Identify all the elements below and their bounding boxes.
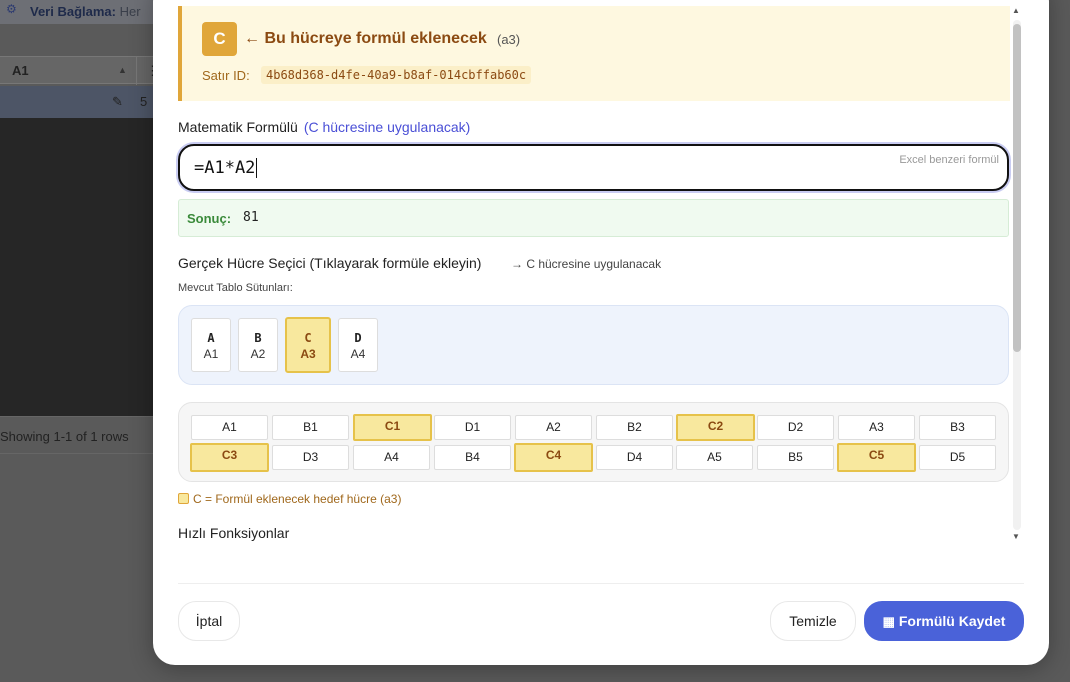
rows-count-text: Showing 1-1 of 1 rows xyxy=(0,429,129,444)
column-chip-a[interactable]: A A1 xyxy=(191,318,231,372)
column-chip-b[interactable]: B A2 xyxy=(238,318,278,372)
cell-selector-title: Gerçek Hücre Seçici (Tıklayarak formüle … xyxy=(178,255,482,271)
columns-label: Mevcut Tablo Sütunları: xyxy=(178,282,293,294)
formula-value: =A1*A2 xyxy=(194,158,256,178)
formula-target-hint: (C hücresine uygulanacak) xyxy=(303,119,471,135)
cell-button-b4[interactable]: B4 xyxy=(434,445,511,470)
cell-button-a4[interactable]: A4 xyxy=(353,445,430,470)
cell-button-c3[interactable]: C3 xyxy=(190,443,269,472)
table-footer: Showing 1-1 of 1 rows xyxy=(0,416,160,454)
clear-button[interactable]: Temizle xyxy=(770,601,856,641)
cell-button-b2[interactable]: B2 xyxy=(596,415,673,440)
formula-label-text: Matematik Formülü xyxy=(178,119,298,135)
row-id-value: 4b68d368-d4fe-40a9-b8af-014cbffab60c xyxy=(261,66,532,84)
save-formula-label: Formülü Kaydet xyxy=(898,613,1006,629)
target-cell-code: (a3) xyxy=(497,32,521,47)
target-legend: C = Formül eklenecek hedef hücre (a3) xyxy=(178,492,401,506)
formula-input-text: =A1*A2 xyxy=(194,158,258,178)
formula-modal: C ← Bu hücreye formül eklenecek (a3) Sat… xyxy=(153,0,1049,665)
cell-button-c4[interactable]: C4 xyxy=(514,443,593,472)
link-icon: ⚙ xyxy=(6,2,17,16)
text-caret xyxy=(256,158,258,178)
cell-button-c2[interactable]: C2 xyxy=(676,414,755,441)
edit-icon: ✎ xyxy=(112,94,123,109)
cell-button-b5[interactable]: B5 xyxy=(757,445,834,470)
formula-placeholder-hint: Excel benzeri formül xyxy=(899,154,999,166)
formula-label: Matematik Formülü (C hücresine uygulanaca… xyxy=(178,119,470,135)
binding-label: Veri Bağlama: xyxy=(30,4,116,19)
cell-button-d3[interactable]: D3 xyxy=(272,445,349,470)
formula-input[interactable]: =A1*A2 Excel benzeri formül xyxy=(178,144,1009,191)
scroll-up-icon[interactable]: ▲ xyxy=(1012,6,1020,15)
sort-icon: ▲ xyxy=(118,65,127,75)
result-label: Sonuç: xyxy=(187,211,232,226)
legend-swatch xyxy=(178,493,189,504)
data-binding-bar: ⚙ Veri Bağlama: Her xyxy=(0,0,160,24)
column-header-a1: A1 xyxy=(12,63,29,78)
scroll-down-icon[interactable]: ▼ xyxy=(1012,532,1020,541)
cell-button-d2[interactable]: D2 xyxy=(757,415,834,440)
binding-value: Her xyxy=(119,4,141,19)
cell-button-b3[interactable]: B3 xyxy=(919,415,996,440)
table-header: A1 ▲ ⋮ xyxy=(0,56,160,85)
table-row: ✎ 5 xyxy=(0,86,160,118)
cancel-button[interactable]: İptal xyxy=(178,601,240,641)
modal-scrollbar[interactable]: ▲ ▼ xyxy=(1009,0,1023,544)
cell-selector-apply-note: → C hücresine uygulanacak xyxy=(511,257,662,271)
cell-button-c5[interactable]: C5 xyxy=(837,443,916,472)
row-id-label: Satır ID: xyxy=(202,68,250,83)
row-cell-value: 5 xyxy=(140,94,148,109)
result-value: 81 xyxy=(243,210,259,225)
target-column-badge: C xyxy=(202,22,237,56)
cell-button-b1[interactable]: B1 xyxy=(272,415,349,440)
column-chip-d[interactable]: D A4 xyxy=(338,318,378,372)
legend-text: C = Formül eklenecek hedef hücre (a3) xyxy=(193,492,402,506)
target-title: ← Bu hücreye formül eklenecek xyxy=(244,30,487,47)
cell-button-d5[interactable]: D5 xyxy=(919,445,996,470)
target-cell-info: C ← Bu hücreye formül eklenecek (a3) Sat… xyxy=(178,6,1010,101)
cell-grid-panel: A1 B1 C1 D1 A2 B2 C2 D2 A3 B3 C3 D3 A4 B… xyxy=(178,402,1009,482)
cell-button-a2[interactable]: A2 xyxy=(515,415,592,440)
cell-button-a5[interactable]: A5 xyxy=(676,445,753,470)
column-chip-c[interactable]: C A3 xyxy=(285,317,331,373)
formula-result: Sonuç: 81 xyxy=(178,199,1009,237)
column-chip-panel: A A1 B A2 C A3 D A4 xyxy=(178,305,1009,385)
cell-button-c1[interactable]: C1 xyxy=(353,414,432,441)
cell-button-a1[interactable]: A1 xyxy=(191,415,268,440)
modal-scroll-area: C ← Bu hücreye formül eklenecek (a3) Sat… xyxy=(153,0,1049,544)
cell-button-a3[interactable]: A3 xyxy=(838,415,915,440)
scrollbar-thumb[interactable] xyxy=(1013,24,1021,352)
save-formula-button[interactable]: ▦ Formülü Kaydet xyxy=(864,601,1024,641)
cell-button-d1[interactable]: D1 xyxy=(434,415,511,440)
cell-button-d4[interactable]: D4 xyxy=(596,445,673,470)
abacus-icon: ▦ xyxy=(882,614,895,629)
quick-functions-title: Hızlı Fonksiyonlar xyxy=(178,525,290,541)
